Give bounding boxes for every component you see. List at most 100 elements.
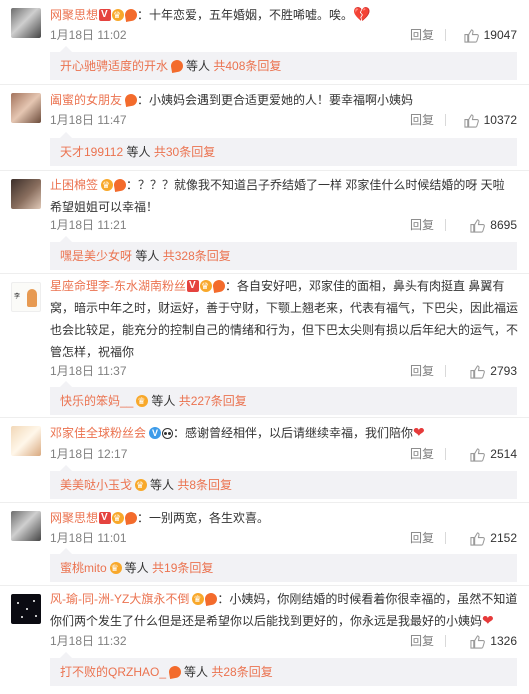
comment-meta: 1月18日 12:17 回复 2514 bbox=[50, 446, 517, 462]
comment-text: 止困棉签：？？？就像我不知道吕子乔结婚了一样 邓家佳什么时候结婚的呀 天啦 希望… bbox=[50, 174, 519, 218]
timestamp: 1月18日 11:37 bbox=[50, 364, 127, 378]
thumbs-up-icon bbox=[464, 113, 479, 128]
fan-flame-icon bbox=[113, 178, 127, 192]
like-button[interactable]: 2152 bbox=[470, 530, 517, 546]
divider bbox=[445, 365, 446, 377]
avatar[interactable] bbox=[11, 511, 41, 541]
fan-flame-icon bbox=[168, 665, 182, 679]
sub-replies-bar[interactable]: 嘿是美少女呀 等人 共328条回复 bbox=[50, 236, 517, 270]
comment-meta: 1月18日 11:32 回复 1326 bbox=[50, 633, 517, 649]
fan-flame-icon bbox=[124, 93, 138, 107]
sub-reply-username[interactable]: 快乐的笨妈__ bbox=[60, 394, 133, 408]
sub-replies-bar[interactable]: 天才199112 等人 共30条回复 bbox=[50, 132, 517, 166]
sub-replies-bar[interactable]: 开心驰骋适度的开水 等人 共408条回复 bbox=[50, 46, 517, 80]
comment-item: 止困棉签：？？？就像我不知道吕子乔结婚了一样 邓家佳什么时候结婚的呀 天啦 希望… bbox=[0, 171, 529, 274]
like-count: 19047 bbox=[483, 28, 517, 42]
sub-reply-username[interactable]: 美美哒小玉戈 bbox=[60, 478, 132, 492]
sub-replies-bar[interactable]: 打不败的QRZHAO_ 等人 共28条回复 bbox=[50, 652, 517, 686]
timestamp: 1月18日 11:32 bbox=[50, 634, 127, 648]
reply-button[interactable]: 回复 bbox=[410, 446, 434, 462]
sub-reply-username[interactable]: 嘿是美少女呀 bbox=[60, 249, 132, 263]
divider bbox=[445, 29, 446, 41]
sub-replies-bar[interactable]: 美美哒小玉戈 等人 共8条回复 bbox=[50, 465, 517, 499]
sub-reply-count[interactable]: 共8条回复 bbox=[177, 478, 232, 492]
comment-item: 风-瑜-同-洲-YZ大旗永不倒：小姨妈，你刚结婚的时候看着你很幸福的，虽然不知道… bbox=[0, 586, 529, 694]
verified-badge-icon bbox=[187, 279, 199, 293]
avatar[interactable] bbox=[11, 8, 41, 38]
comment-username[interactable]: 邓家佳全球粉丝会 bbox=[50, 426, 146, 440]
like-button[interactable]: 2793 bbox=[470, 363, 517, 379]
thumbs-up-icon bbox=[470, 364, 486, 379]
fan-flame-icon bbox=[170, 59, 184, 73]
comment-username[interactable]: 网聚思想 bbox=[50, 511, 98, 525]
sub-replies-bar[interactable]: 快乐的笨妈__ 等人 共227条回复 bbox=[50, 381, 517, 415]
member-crown-icon bbox=[135, 478, 148, 492]
member-crown-icon bbox=[109, 561, 122, 575]
comment-text: 邓家佳全球粉丝会 ：感谢曾经相伴，以后请继续幸福，我们陪你❤ bbox=[50, 422, 519, 444]
comment-body: ：一别两宽，各生欢喜。 bbox=[137, 511, 270, 525]
figure-icon bbox=[27, 289, 37, 307]
reply-button[interactable]: 回复 bbox=[410, 363, 434, 379]
sub-reply-username[interactable]: 开心驰骋适度的开水 bbox=[60, 59, 168, 73]
member-crown-icon bbox=[112, 8, 125, 22]
reply-button[interactable]: 回复 bbox=[410, 217, 434, 233]
verified-badge-icon bbox=[99, 511, 112, 525]
avatar[interactable] bbox=[11, 93, 41, 123]
like-button[interactable]: 10372 bbox=[464, 112, 517, 128]
thumbs-up-icon bbox=[470, 634, 486, 649]
like-count: 2793 bbox=[490, 364, 517, 378]
comment-text: 风-瑜-同-洲-YZ大旗永不倒：小姨妈，你刚结婚的时候看着你很幸福的，虽然不知道… bbox=[50, 588, 519, 632]
like-count: 2152 bbox=[490, 531, 517, 545]
sub-replies-bar[interactable]: 蜜桃mito 等人 共19条回复 bbox=[50, 548, 517, 582]
timestamp: 1月18日 12:17 bbox=[50, 447, 128, 461]
sub-reply-count[interactable]: 共28条回复 bbox=[211, 665, 272, 679]
verified-badge-icon bbox=[99, 8, 112, 22]
comment-username[interactable]: 星座命理李-东水湖南粉丝 bbox=[50, 279, 186, 293]
comment-meta: 1月18日 11:02 回复 19047 bbox=[50, 27, 517, 43]
comment-meta: 1月18日 11:47 回复 10372 bbox=[50, 112, 517, 128]
reply-button[interactable]: 回复 bbox=[410, 633, 434, 649]
sub-reply-username[interactable]: 天才199112 bbox=[60, 145, 123, 159]
sub-reply-count[interactable]: 共30条回复 bbox=[154, 145, 215, 159]
divider bbox=[445, 532, 446, 544]
comment-text: 阖蜜的女朋友 ：小姨妈会遇到更合适更爱她的人！要幸福啊小姨妈 bbox=[50, 89, 519, 111]
comment-item: 阖蜜的女朋友 ：小姨妈会遇到更合适更爱她的人！要幸福啊小姨妈 1月18日 11:4… bbox=[0, 85, 529, 171]
comment-text: 网聚思想 ：十年恋爱，五年婚姻，不胜唏嘘。唉。💔 bbox=[50, 4, 519, 26]
timestamp: 1月18日 11:21 bbox=[50, 218, 127, 232]
avatar[interactable] bbox=[11, 426, 41, 456]
reply-button[interactable]: 回复 bbox=[410, 27, 434, 43]
like-button[interactable]: 19047 bbox=[464, 27, 517, 43]
sub-reply-etc: 等人 bbox=[124, 561, 149, 575]
reply-button[interactable]: 回复 bbox=[410, 112, 434, 128]
sub-reply-count[interactable]: 共328条回复 bbox=[163, 249, 231, 263]
comment-username[interactable]: 网聚思想 bbox=[50, 8, 98, 22]
comment-text: 网聚思想 ：一别两宽，各生欢喜。 bbox=[50, 507, 519, 529]
comment-body: ：感谢曾经相伴，以后请继续幸福，我们陪你 bbox=[173, 426, 414, 440]
like-count: 8695 bbox=[490, 218, 517, 232]
like-button[interactable]: 1326 bbox=[470, 633, 517, 649]
avatar[interactable] bbox=[11, 594, 41, 624]
heart-icon: ❤ bbox=[482, 612, 494, 628]
panda-icon bbox=[162, 428, 174, 439]
comment-meta: 1月18日 11:01 回复 2152 bbox=[50, 530, 517, 546]
comment-username[interactable]: 风-瑜-同-洲-YZ大旗永不倒 bbox=[50, 592, 189, 606]
comment-username[interactable]: 止困棉签 bbox=[50, 178, 98, 192]
avatar[interactable]: 李 bbox=[11, 282, 41, 312]
divider bbox=[445, 448, 446, 460]
comment-text: 星座命理李-东水湖南粉丝：各自安好吧，邓家佳的面相，鼻头有肉挺直 鼻翼有窝，暗示… bbox=[50, 275, 519, 363]
avatar[interactable] bbox=[11, 179, 41, 209]
sub-reply-username[interactable]: 打不败的QRZHAO_ bbox=[60, 665, 166, 679]
sub-reply-count[interactable]: 共19条回复 bbox=[152, 561, 213, 575]
calligraphy-icon: 李 bbox=[14, 293, 22, 300]
sub-reply-count[interactable]: 共408条回复 bbox=[213, 59, 281, 73]
blue-verified-icon bbox=[149, 426, 162, 440]
sub-reply-etc: 等人 bbox=[135, 249, 160, 263]
like-button[interactable]: 8695 bbox=[470, 217, 517, 233]
comment-meta: 1月18日 11:21 回复 8695 bbox=[50, 217, 517, 233]
fan-flame-icon bbox=[124, 511, 138, 525]
reply-button[interactable]: 回复 bbox=[410, 530, 434, 546]
sub-reply-username[interactable]: 蜜桃mito bbox=[60, 561, 107, 575]
comment-username[interactable]: 阖蜜的女朋友 bbox=[50, 93, 122, 107]
sub-reply-count[interactable]: 共227条回复 bbox=[179, 394, 247, 408]
like-button[interactable]: 2514 bbox=[470, 446, 517, 462]
